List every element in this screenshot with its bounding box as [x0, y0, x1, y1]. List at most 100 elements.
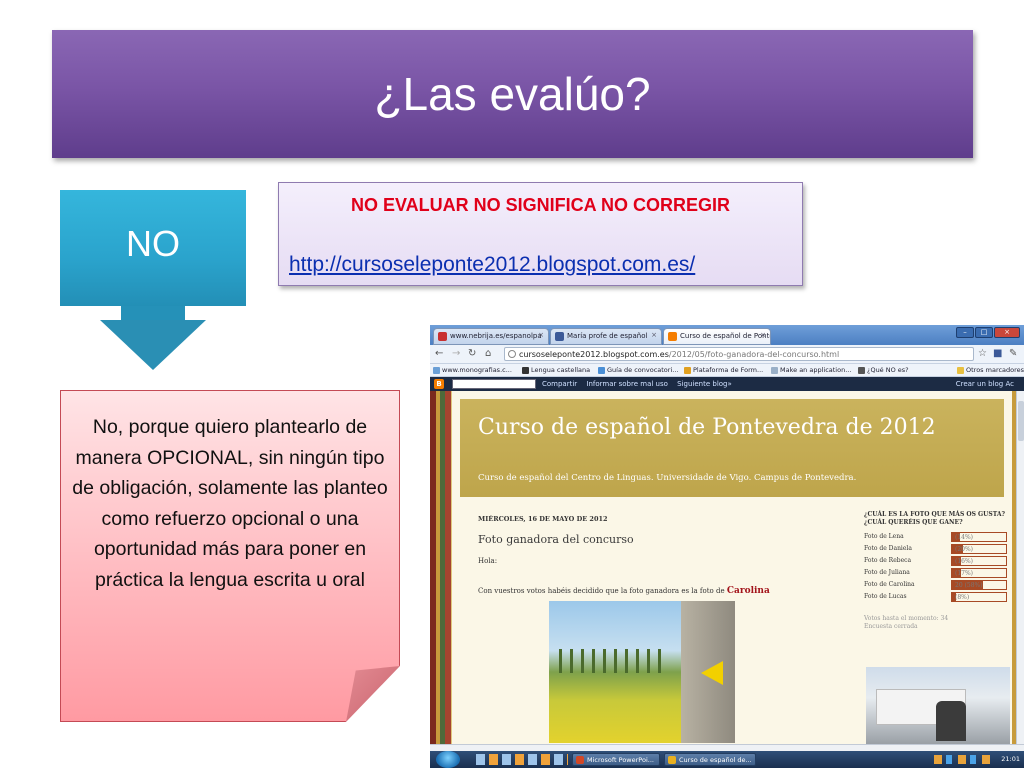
minimize-icon[interactable]: – — [956, 327, 974, 338]
post-greeting: Hola: — [478, 557, 498, 565]
address-host: cursoseleponte2012.blogspot.com.es — [519, 350, 669, 359]
bookmark-item[interactable]: Plataforma de Form... — [684, 366, 763, 374]
facebook-icon[interactable]: ■ — [993, 348, 1002, 359]
poll-status: Encuesta cerrada — [864, 623, 918, 630]
bookmark-item[interactable]: Lengua castellana — [522, 366, 590, 374]
post-winner: Carolina — [726, 586, 770, 596]
address-path: /2012/05/foto-ganadora-del-concurso.html — [668, 350, 840, 359]
poll-bar: (17%) — [951, 568, 1007, 578]
poll-bar: (8%) — [951, 592, 1007, 602]
poll-row: Foto de Lucas (8%) — [864, 591, 1009, 603]
post-text: Con vuestros votos habéis decidido que l… — [478, 586, 770, 596]
poll-row: Foto de Daniela (20%) — [864, 543, 1009, 555]
post-title[interactable]: Foto ganadora del concurso — [478, 533, 634, 546]
scroll-thumb[interactable] — [1018, 401, 1024, 441]
quick-launch-icons[interactable] — [476, 754, 568, 765]
nav-toolbar: ← → ↻ ⌂ cursoseleponte2012.blogspot.com.… — [430, 345, 1024, 364]
poll-row: Foto de Carolina 20 (58%) — [864, 579, 1009, 591]
photo-trees — [559, 649, 669, 673]
post-sentence: Con vuestros votos habéis decidido que l… — [478, 587, 725, 595]
task-label: Curso de español de... — [679, 756, 752, 764]
horizontal-scrollbar[interactable] — [430, 744, 1024, 751]
poll-widget: ¿CUÁL ES LA FOTO QUE MÁS OS GUSTA? ¿CUÁL… — [864, 511, 1009, 631]
explanation-text: No, porque quiero plantearlo de manera O… — [72, 416, 388, 591]
poll-percent: 20 (58%) — [955, 582, 983, 589]
browser-screenshot: www.nebrija.es/espanolpa × María profe d… — [430, 325, 1024, 768]
note-box: NO EVALUAR NO SIGNIFICA NO CORREGIR http… — [278, 182, 803, 286]
forward-icon[interactable]: → — [452, 348, 460, 359]
close-window-icon[interactable]: × — [994, 327, 1020, 338]
maximize-icon[interactable]: □ — [975, 327, 993, 338]
poll-percent: (8%) — [955, 594, 970, 601]
report-abuse-link[interactable]: Informar sobre mal uso — [586, 380, 668, 388]
close-tab-icon[interactable]: × — [538, 331, 544, 339]
vertical-scrollbar[interactable] — [1016, 391, 1024, 744]
yellow-arrow-icon — [701, 661, 723, 685]
poll-percent: (14%) — [955, 534, 974, 541]
close-tab-icon[interactable]: × — [760, 331, 766, 339]
globe-icon — [508, 350, 516, 358]
blogger-favicon-icon — [668, 332, 677, 341]
sidebar-photo[interactable] — [866, 667, 1010, 744]
tab-strip: www.nebrija.es/espanolpa × María profe d… — [430, 325, 1024, 345]
bookmark-item[interactable]: Make an application... — [771, 366, 851, 374]
facebook-favicon-icon — [555, 332, 564, 341]
blog-title[interactable]: Curso de español de Pontevedra de 2012 — [478, 415, 936, 440]
down-arrow-icon — [100, 320, 206, 370]
bookmark-item[interactable]: www.monografias.c... — [433, 366, 512, 374]
photo-people — [936, 701, 966, 741]
wrench-icon[interactable]: ✎ — [1009, 348, 1017, 359]
poll-footer: Votos hasta el momento: 34 Encuesta cerr… — [864, 615, 1009, 631]
poll-votes: Votos hasta el momento: 34 — [864, 615, 949, 622]
create-blog-link[interactable]: Crear un blog — [956, 380, 1004, 388]
taskbar-powerpoint[interactable]: Microsoft PowerPoi... — [572, 753, 660, 766]
nebrija-favicon-icon — [438, 332, 447, 341]
bookmark-item[interactable]: ¿Qué NO es? — [858, 366, 909, 374]
start-button-icon[interactable] — [436, 751, 460, 768]
tab-nebrija[interactable]: www.nebrija.es/espanolpa × — [433, 328, 549, 345]
poll-bar: (16%) — [951, 556, 1007, 566]
share-link[interactable]: Compartir — [542, 380, 577, 388]
window-controls: – □ × — [956, 327, 1020, 338]
blog-page: Curso de español de Pontevedra de 2012 C… — [452, 391, 1012, 744]
title-banner: ¿Las evalúo? — [52, 30, 973, 158]
poll-option-label: Foto de Lena — [864, 533, 904, 540]
other-bookmarks[interactable]: Otros marcadores — [957, 366, 1024, 374]
poll-percent: (20%) — [955, 546, 974, 553]
arrow-stem — [121, 306, 185, 320]
tab-maria[interactable]: María profe de español × — [550, 328, 662, 345]
blogger-logo-icon[interactable]: B — [434, 379, 444, 389]
back-icon[interactable]: ← — [435, 348, 443, 359]
next-blog-link[interactable]: Siguiente blog» — [677, 380, 732, 388]
no-label: NO — [126, 223, 180, 264]
no-arrow-callout: NO — [60, 190, 246, 306]
home-icon[interactable]: ⌂ — [485, 348, 491, 359]
bookmark-item[interactable]: Guía de convocatori... — [598, 366, 678, 374]
poll-option-label: Foto de Daniela — [864, 545, 912, 552]
close-tab-icon[interactable]: × — [651, 331, 657, 339]
poll-percent: (17%) — [955, 570, 974, 577]
blog-link[interactable]: http://cursoseleponte2012.blogspot.com.e… — [289, 253, 695, 277]
star-icon[interactable]: ☆ — [978, 348, 987, 359]
task-label: Microsoft PowerPoi... — [587, 756, 654, 764]
tab-curso[interactable]: Curso de español de Ponte × — [663, 328, 771, 345]
reload-icon[interactable]: ↻ — [468, 348, 476, 359]
system-tray-icons[interactable] — [934, 755, 994, 764]
clock: 21:01 — [1001, 755, 1020, 763]
tab-label: María profe de español — [567, 332, 648, 340]
blog-description: Curso de español del Centro de Linguas. … — [478, 473, 857, 483]
poll-bar: (14%) — [951, 532, 1007, 542]
poll-row: Foto de Juliana (17%) — [864, 567, 1009, 579]
winning-photo[interactable] — [549, 601, 735, 743]
poll-row: Foto de Rebeca (16%) — [864, 555, 1009, 567]
taskbar-chrome[interactable]: Curso de español de... — [664, 753, 756, 766]
tab-label: www.nebrija.es/espanolpa — [450, 332, 542, 340]
poll-option-label: Foto de Lucas — [864, 593, 907, 600]
poll-row: Foto de Lena (14%) — [864, 531, 1009, 543]
blog-search-input[interactable] — [452, 379, 536, 389]
poll-bar: (20%) — [951, 544, 1007, 554]
address-bar[interactable]: cursoseleponte2012.blogspot.com.es/2012/… — [504, 347, 974, 361]
access-link[interactable]: Ac — [1005, 380, 1014, 388]
blogger-links: Compartir Informar sobre mal uso Siguien… — [542, 380, 739, 388]
blog-header: Curso de español de Pontevedra de 2012 C… — [460, 399, 1004, 497]
